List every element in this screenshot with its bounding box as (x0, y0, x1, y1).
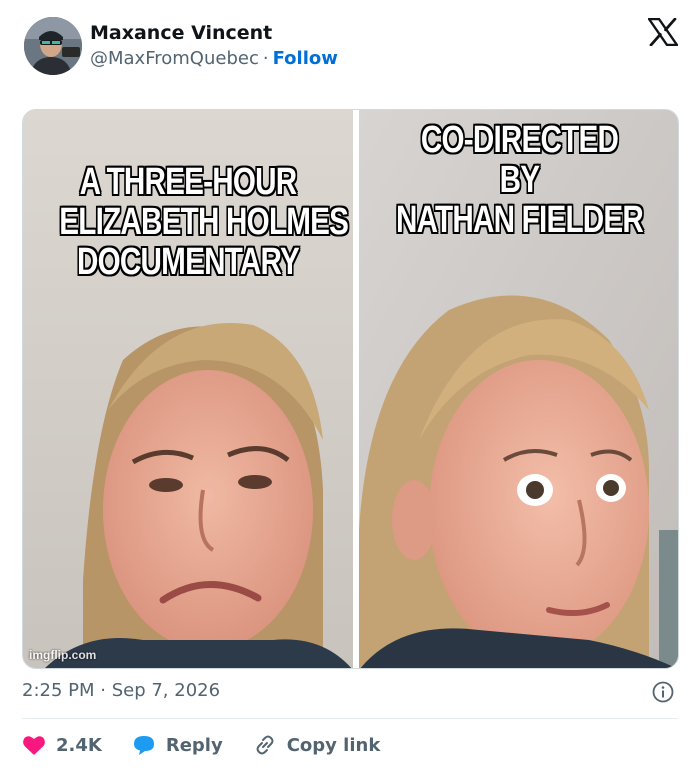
author-subline: @MaxFromQuebec · Follow (90, 48, 338, 69)
caption-line: NATHAN FIELDER (395, 199, 644, 241)
tweet-timestamp[interactable]: 2:25 PM · Sep 7, 2026 (22, 680, 220, 701)
tweet-embed-card: Maxance Vincent @MaxFromQuebec·Follow (0, 0, 700, 771)
caption-line: A THREE-HOUR (79, 161, 298, 203)
link-icon (256, 735, 274, 755)
meme-right-caption: CO-DIRECTED BY NATHAN FIELDER (394, 120, 644, 240)
like-count: 2.4K (56, 734, 102, 756)
reply-label: Reply (165, 734, 223, 756)
meme-left-caption: A THREE-HOUR ELIZABETH HOLMES DOCUMENTAR… (59, 161, 349, 283)
caption-line: CO-DIRECTED (420, 119, 619, 161)
divider (22, 718, 678, 719)
x-logo-icon[interactable] (647, 17, 679, 47)
avatar-image (24, 17, 82, 75)
speech-bubble-icon (133, 736, 154, 755)
author-handle[interactable]: @MaxFromQuebec (90, 48, 259, 69)
meme-image[interactable]: A THREE-HOUR ELIZABETH HOLMES DOCUMENTAR… (22, 109, 679, 669)
follow-button[interactable]: Follow (273, 48, 338, 69)
meme-panel-left: A THREE-HOUR ELIZABETH HOLMES DOCUMENTAR… (23, 110, 353, 668)
reply-button[interactable]: Reply (132, 734, 223, 756)
caption-line: ELIZABETH HOLMES (59, 201, 349, 243)
avatar[interactable] (24, 17, 82, 75)
copy-link-label: Copy link (286, 734, 381, 756)
caption-line: DOCUMENTARY (77, 241, 300, 283)
separator-dot: · (262, 48, 269, 69)
action-bar: 2.4K Reply Copy link (22, 730, 410, 760)
copy-link-button[interactable]: Copy link (253, 734, 381, 756)
heart-icon (23, 736, 45, 755)
meme-panel-right: CO-DIRECTED BY NATHAN FIELDER (359, 110, 678, 668)
author-name[interactable]: Maxance Vincent (90, 22, 272, 44)
caption-line: BY (499, 159, 540, 201)
watermark: imgflip.com (29, 648, 97, 662)
like-button[interactable]: 2.4K (22, 734, 102, 756)
info-icon[interactable] (652, 681, 674, 703)
